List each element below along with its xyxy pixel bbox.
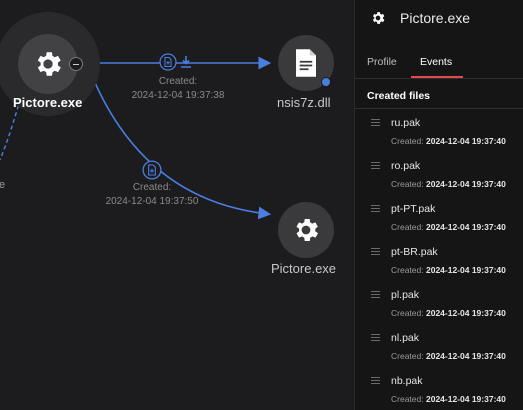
status-dot [321, 77, 331, 87]
list-item[interactable]: pt-PT.pak Created: 2024-12-04 19:37:40 [355, 198, 523, 240]
active-tab-indicator [411, 76, 463, 78]
list-icon [371, 334, 380, 344]
list-item[interactable]: ro.pak Created: 2024-12-04 19:37:40 [355, 155, 523, 197]
file-created-icon [142, 160, 162, 180]
download-icon [181, 56, 191, 68]
source-node-label: Pictore.exe [13, 95, 83, 110]
file-name: ro.pak [391, 160, 421, 172]
file-date: Created: 2024-12-04 19:37:40 [391, 222, 506, 232]
file-name: nl.pak [391, 332, 420, 344]
file-name: pl.pak [391, 289, 420, 301]
expand-toggle[interactable] [69, 57, 83, 71]
target-node-pictore-label: Pictore.exe [271, 261, 337, 276]
list-icon [371, 377, 380, 387]
file-date: Created: 2024-12-04 19:37:40 [391, 179, 506, 189]
list-icon [371, 205, 380, 215]
panel-tabs: Profile Events [355, 48, 523, 79]
list-icon [371, 291, 380, 301]
list-item[interactable]: nb.pak Created: 2024-12-04 19:37:40 [355, 370, 523, 410]
list-icon [371, 162, 380, 172]
edge-2-caption: Created: [132, 182, 172, 193]
offscreen-label-fragment: e [0, 179, 6, 191]
file-name: pt-BR.pak [391, 246, 438, 258]
file-date: Created: 2024-12-04 19:37:40 [391, 394, 506, 404]
gear-icon [372, 12, 385, 24]
panel-header: Pictore.exe [355, 0, 523, 40]
minus-icon [73, 63, 79, 65]
edge-icons-1 [159, 53, 199, 71]
edge-2-timestamp: 2024-12-04 19:37:50 [105, 196, 199, 207]
file-date: Created: 2024-12-04 19:37:40 [391, 136, 506, 146]
list-item[interactable]: pt-BR.pak Created: 2024-12-04 19:37:40 [355, 241, 523, 283]
file-date: Created: 2024-12-04 19:37:40 [391, 265, 506, 275]
gear-icon [37, 52, 61, 76]
file-name: nb.pak [391, 375, 423, 387]
target-node-nsis7z-label: nsis7z.dll [277, 95, 331, 110]
process-graph[interactable]: Pictore.exe e Created: 2024-12-04 19:37:… [0, 0, 354, 410]
file-date: Created: 2024-12-04 19:37:40 [391, 351, 506, 361]
gear-icon [296, 219, 318, 241]
list-icon [371, 119, 380, 129]
list-item[interactable]: nl.pak Created: 2024-12-04 19:37:40 [355, 327, 523, 369]
details-panel: Pictore.exe Profile Events Created files… [354, 0, 523, 410]
divider [355, 108, 523, 109]
edge-1-caption: Created: [158, 76, 198, 87]
panel-title: Pictore.exe [400, 10, 471, 26]
document-icon [296, 49, 316, 77]
section-title: Created files [367, 90, 431, 102]
edge-1-timestamp: 2024-12-04 19:37:38 [131, 90, 225, 101]
file-created-icon [159, 53, 177, 71]
file-name: pt-PT.pak [391, 203, 436, 215]
target-node-pictore[interactable] [278, 202, 334, 258]
tab-profile[interactable]: Profile [367, 56, 397, 68]
file-date: Created: 2024-12-04 19:37:40 [391, 308, 506, 318]
list-icon [371, 248, 380, 258]
list-item[interactable]: ru.pak Created: 2024-12-04 19:37:40 [355, 112, 523, 154]
list-item[interactable]: pl.pak Created: 2024-12-04 19:37:40 [355, 284, 523, 326]
file-name: ru.pak [391, 117, 421, 129]
tab-events[interactable]: Events [420, 56, 452, 68]
